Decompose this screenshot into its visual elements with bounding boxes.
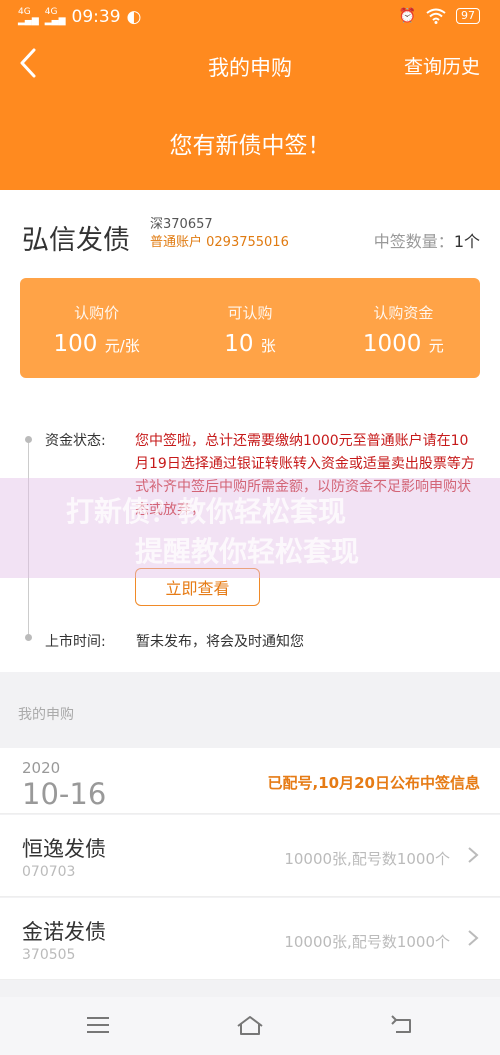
battery-indicator: 97 bbox=[456, 8, 480, 24]
summary-price: 认购价 100 元/张 bbox=[20, 278, 173, 378]
summary-number: 10 bbox=[224, 331, 254, 357]
home-icon[interactable] bbox=[235, 1013, 265, 1037]
win-quantity-label: 中签数量： bbox=[373, 232, 454, 251]
alarm-icon: ⏰ bbox=[398, 8, 416, 24]
timeline-dot bbox=[25, 436, 32, 443]
date-year: 2020 bbox=[22, 759, 61, 777]
summary-label: 可认购 bbox=[227, 304, 273, 322]
summary-unit: 元 bbox=[428, 337, 444, 355]
bond-name: 弘信发债 bbox=[22, 225, 130, 256]
bond-account: 普通账户 0293755016 bbox=[150, 235, 289, 250]
listing-time-label: 上市时间: bbox=[45, 634, 106, 650]
item-code: 070703 bbox=[22, 864, 76, 880]
summary-unit: 元/张 bbox=[104, 337, 140, 355]
signal-1-icon: 4G ▂▄▆ bbox=[18, 7, 39, 26]
bond-detail-card: 弘信发债 深370657 普通账户 0293755016 中签数量：1个 认购价… bbox=[0, 190, 500, 672]
system-nav-bar bbox=[0, 997, 500, 1055]
section-title: 我的申购 bbox=[18, 707, 74, 723]
item-code: 370505 bbox=[22, 947, 76, 963]
summary-funds: 认购资金 1000 元 bbox=[327, 278, 480, 378]
bond-code: 深370657 bbox=[150, 217, 213, 232]
date-group: 2020 10-16 已配号,10月20日公布中签信息 bbox=[0, 748, 500, 814]
watermark-overlay: 打新债？教你轻松套现 提醒教你轻松套现 bbox=[0, 478, 500, 578]
list-item[interactable]: 金诺发债 370505 10000张,配号数1000个 bbox=[0, 898, 500, 980]
summary-quantity: 可认购 10 张 bbox=[173, 278, 326, 378]
browser-icon: ◐ bbox=[126, 7, 142, 27]
summary-value: 1000 元 bbox=[327, 331, 480, 357]
date-status: 已配号,10月20日公布中签信息 bbox=[267, 774, 480, 792]
chevron-right-icon bbox=[468, 930, 479, 946]
item-info: 10000张,配号数1000个 bbox=[284, 850, 450, 868]
subscription-summary: 认购价 100 元/张 可认购 10 张 认购资金 1000 元 bbox=[20, 278, 480, 378]
summary-number: 1000 bbox=[362, 331, 422, 357]
win-quantity-value: 1个 bbox=[453, 232, 480, 251]
list-item[interactable]: 恒逸发债 070703 10000张,配号数1000个 bbox=[0, 815, 500, 897]
back-icon[interactable] bbox=[388, 1013, 418, 1037]
item-name: 金诺发债 bbox=[22, 920, 106, 944]
summary-label: 认购资金 bbox=[373, 304, 434, 322]
header: 我的申购 查询历史 您有新债中签！ bbox=[0, 34, 500, 190]
summary-value: 100 元/张 bbox=[20, 331, 173, 357]
item-info: 10000张,配号数1000个 bbox=[284, 933, 450, 951]
watermark-line-2: 提醒教你轻松套现 bbox=[135, 535, 360, 568]
item-name: 恒逸发债 bbox=[22, 837, 106, 861]
status-time: 09:39 bbox=[71, 7, 121, 27]
status-bar: 4G ▂▄▆ 4G ▂▄▆ 09:39 ◐ ⏰ 97 bbox=[0, 0, 500, 34]
watermark-line-1: 打新债？教你轻松套现 bbox=[66, 495, 347, 528]
win-quantity: 中签数量：1个 bbox=[374, 228, 480, 252]
fund-status-label: 资金状态: bbox=[45, 433, 106, 449]
date-day: 10-16 bbox=[22, 777, 107, 811]
win-banner: 您有新债中签！ bbox=[169, 133, 331, 159]
status-right: ⏰ 97 bbox=[399, 8, 480, 24]
wifi-icon bbox=[426, 8, 446, 24]
query-history-link[interactable]: 查询历史 bbox=[404, 52, 480, 79]
status-left: 4G ▂▄▆ 4G ▂▄▆ 09:39 ◐ bbox=[18, 7, 141, 27]
menu-icon[interactable] bbox=[83, 1013, 113, 1037]
summary-label: 认购价 bbox=[74, 304, 120, 322]
summary-unit: 张 bbox=[260, 337, 276, 355]
chevron-right-icon bbox=[468, 847, 479, 863]
summary-value: 10 张 bbox=[173, 331, 326, 357]
summary-number: 100 bbox=[53, 331, 98, 357]
signal-2-icon: 4G ▂▄▆ bbox=[44, 7, 66, 26]
timeline-dot bbox=[25, 634, 32, 641]
listing-time-text: 暂未发布，将会及时通知您 bbox=[136, 634, 304, 650]
